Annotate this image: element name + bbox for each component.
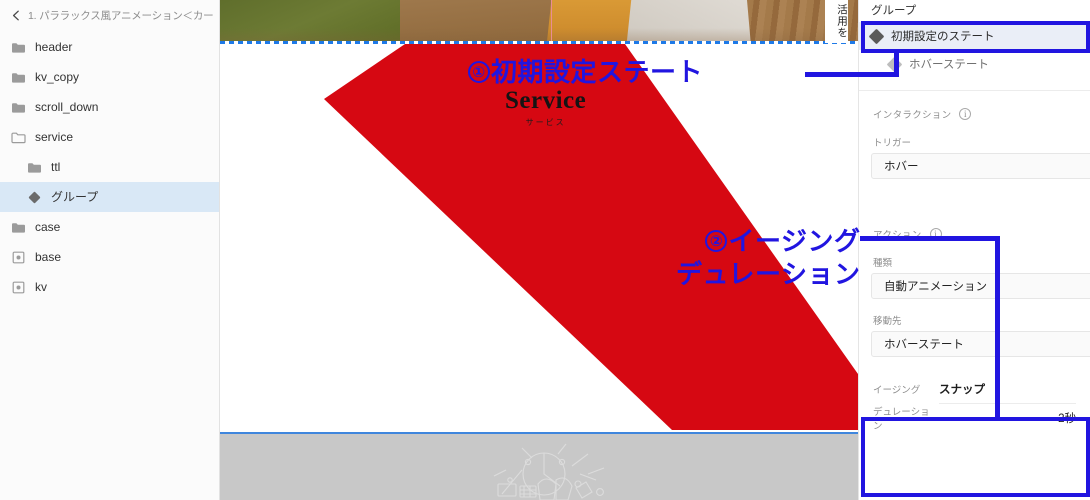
layers-sidebar: 1. パララックス風アニメーション＜カードUI... header kv_cop… xyxy=(0,0,220,500)
image-frame-icon xyxy=(10,249,26,265)
sidebar-item-label: kv_copy xyxy=(35,70,80,84)
interaction-section-label: インタラクション xyxy=(873,110,952,121)
chevron-left-icon[interactable] xyxy=(6,10,26,21)
service-heading: Service サービス xyxy=(505,88,586,128)
annotation-connector-vertical-2 xyxy=(995,236,1000,421)
annotation-number-2: ② xyxy=(705,230,728,252)
folder-icon xyxy=(10,99,26,115)
line-art-illustration xyxy=(493,443,605,500)
sidebar-item-scroll_down[interactable]: scroll_down xyxy=(0,92,219,122)
component-diamond-icon xyxy=(26,189,42,205)
sidebar-item-label: service xyxy=(35,130,74,144)
annotation-label-1: ① 初期設定ステート xyxy=(468,57,703,88)
sidebar-item-label: グループ xyxy=(51,190,99,204)
annotation-number-1: ① xyxy=(468,61,490,83)
info-circle-icon[interactable]: i xyxy=(959,108,972,120)
action-target-select[interactable]: ホバーステート xyxy=(871,331,1090,357)
sidebar-item-label: kv xyxy=(35,280,47,294)
image-frame-icon xyxy=(10,279,26,295)
folder-icon xyxy=(26,159,42,175)
duration-value: 2秒 xyxy=(1058,413,1076,425)
sidebar-item-base[interactable]: base xyxy=(0,242,219,272)
sidebar-item-ttl[interactable]: ttl xyxy=(0,152,219,182)
hero-photo-image xyxy=(220,0,858,43)
vertical-text-chip: 活用を xyxy=(825,0,848,43)
sidebar-item-header[interactable]: header xyxy=(0,32,219,62)
duration-label: デュレーション xyxy=(873,407,930,432)
annotation-connector-horizontal xyxy=(805,72,899,77)
sidebar-item-label: scroll_down xyxy=(35,100,99,114)
sidebar-item-kv_copy[interactable]: kv_copy xyxy=(0,62,219,92)
annotation-text-2b: デュレーション xyxy=(676,258,861,289)
state-item-label: 初期設定のステート xyxy=(891,31,995,43)
service-title-en: Service xyxy=(505,87,587,114)
duration-row[interactable]: デュレーション 2秒 xyxy=(859,404,1090,432)
interaction-section-header: インタラクション i xyxy=(859,91,1090,121)
sidebar-item-group[interactable]: グループ xyxy=(0,182,219,212)
trigger-label: トリガー xyxy=(873,138,912,149)
annotation-connector-horizontal-2 xyxy=(860,236,1000,241)
sidebar-breadcrumb-title[interactable]: 1. パララックス風アニメーション＜カードUI... xyxy=(26,8,213,23)
easing-label: イージング xyxy=(873,385,921,396)
annotation-text-2a: イージング xyxy=(728,226,861,256)
trigger-select[interactable]: ホバー xyxy=(871,153,1090,179)
canvas-guide-line xyxy=(551,0,552,44)
state-item-default[interactable]: 初期設定のステート xyxy=(859,22,1090,50)
sidebar-header: 1. パララックス風アニメーション＜カードUI... xyxy=(0,0,219,30)
folder-open-icon xyxy=(10,129,26,145)
easing-value: スナップ xyxy=(939,384,985,396)
action-kind-select[interactable]: 自動アニメーション xyxy=(871,273,1090,299)
sidebar-item-label: case xyxy=(35,220,61,234)
action-target-label: 移動先 xyxy=(873,316,902,327)
service-title-ja: サービス xyxy=(525,118,566,127)
figma-prototype-screen: 1. パララックス風アニメーション＜カードUI... header kv_cop… xyxy=(0,0,1090,500)
annotation-connector-vertical xyxy=(894,49,899,77)
annotation-text-1: 初期設定ステート xyxy=(491,57,704,87)
sidebar-item-label: base xyxy=(35,250,62,264)
action-kind-label: 種類 xyxy=(873,258,893,269)
folder-icon xyxy=(10,219,26,235)
sidebar-item-kv[interactable]: kv xyxy=(0,272,219,302)
state-item-label: ホバーステート xyxy=(909,59,989,71)
inspector-title: グループ xyxy=(871,5,917,17)
sidebar-item-case[interactable]: case xyxy=(0,212,219,242)
component-diamond-icon xyxy=(868,28,885,44)
annotation-label-2: ② イージング デュレーション xyxy=(676,226,860,289)
folder-icon xyxy=(10,39,26,55)
sidebar-item-label: header xyxy=(35,40,73,54)
layer-list: header kv_copy scroll_down service ttl グ… xyxy=(0,32,219,302)
gray-footer-band xyxy=(220,432,858,500)
easing-row[interactable]: イージング スナップ xyxy=(859,375,1090,403)
folder-icon xyxy=(10,69,26,85)
sidebar-item-label: ttl xyxy=(51,160,61,174)
sidebar-item-service[interactable]: service xyxy=(0,122,219,152)
